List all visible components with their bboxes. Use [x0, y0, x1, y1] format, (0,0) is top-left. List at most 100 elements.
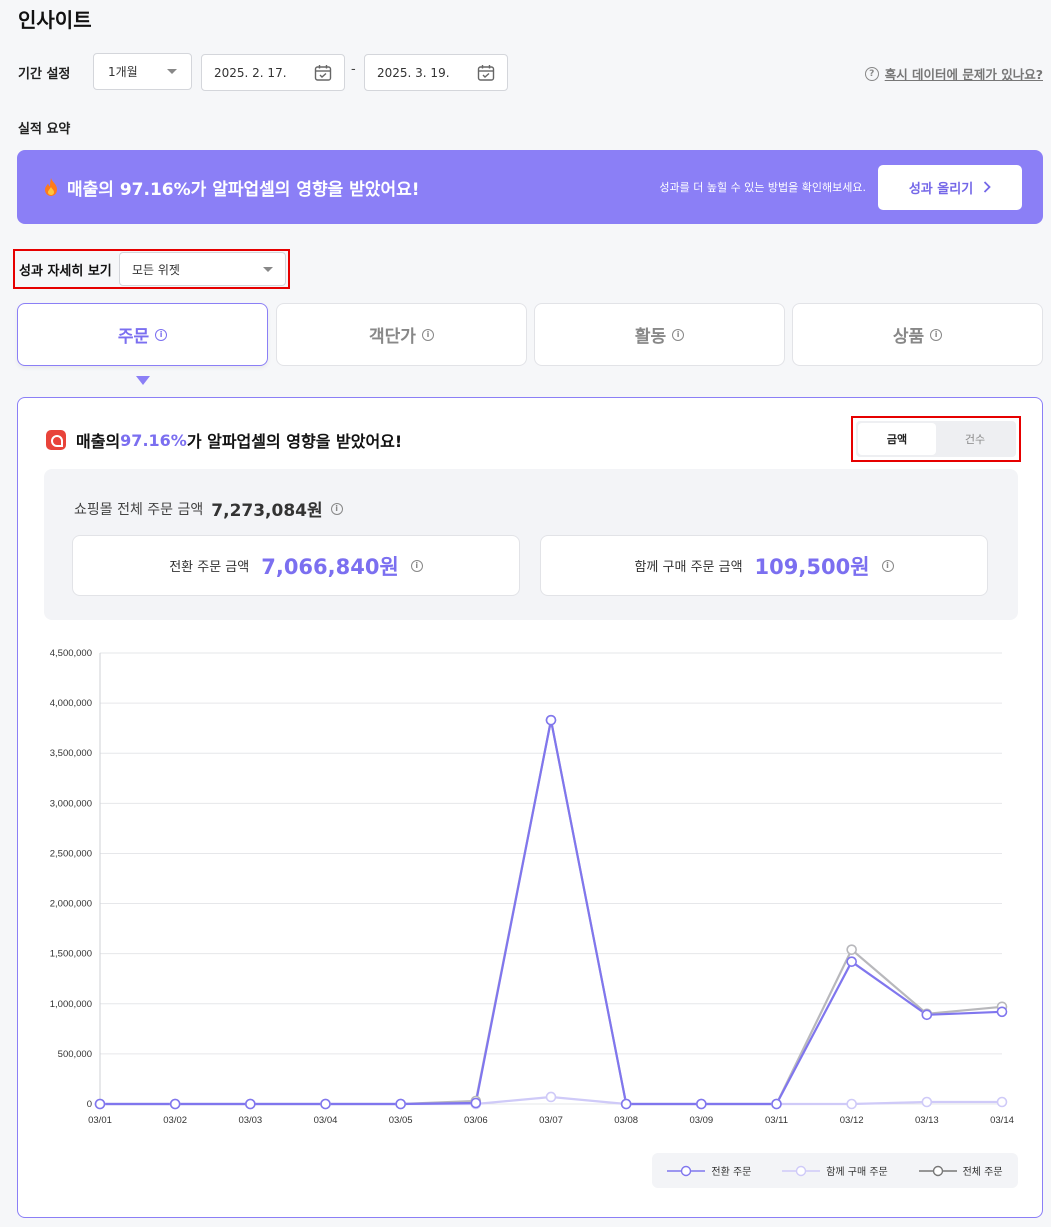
info-icon[interactable]: i [881, 559, 894, 572]
widget-select[interactable]: 모든 위젯 [119, 252, 286, 286]
data-point[interactable] [846, 1098, 857, 1110]
toggle-count[interactable]: 건수 [936, 423, 1014, 455]
x-tick-label: 03/08 [614, 1115, 638, 1126]
data-point[interactable] [545, 714, 557, 726]
widget-select-value: 모든 위젯 [132, 262, 180, 277]
y-tick-label: 1,000,000 [50, 999, 92, 1010]
data-point[interactable] [846, 956, 857, 967]
detail-view-label: 성과 자세히 보기 [19, 263, 112, 279]
total-order-amount: 쇼핑몰 전체 주문 금액 7,273,084원 i [74, 496, 343, 521]
tab-label: 상품 [892, 327, 925, 347]
legend-label: 함께 구매 주문 [826, 1167, 888, 1178]
toggle-amount[interactable]: 금액 [858, 423, 936, 455]
orders-line-chart: 0 500,000 1,000,000 1,500,000 2,000,000 2,500… [50, 648, 1014, 1126]
metric-toggle: 금액 건수 [851, 416, 1021, 462]
x-tick-label: 03/06 [464, 1115, 488, 1126]
x-tick-label: 03/07 [539, 1115, 563, 1126]
end-date-value: 2025. 3. 19. [377, 65, 450, 80]
legend-item-conversion[interactable]: 전환 주문 [667, 1163, 751, 1178]
panel-title-highlight: 97.16% [120, 430, 187, 450]
tab-label: 활동 [634, 327, 667, 347]
stats-box: 쇼핑몰 전체 주문 금액 7,273,084원 i 전환 주문 금액 7,066… [44, 469, 1018, 620]
info-icon[interactable]: i [421, 328, 434, 341]
data-point[interactable] [996, 1096, 1008, 1108]
date-range-dash: - [351, 62, 356, 77]
y-tick-label: 0 [87, 1099, 92, 1110]
data-point[interactable] [921, 1096, 933, 1108]
info-icon[interactable]: i [930, 328, 943, 341]
data-point[interactable] [996, 1006, 1008, 1018]
y-tick-label: 4,000,000 [50, 698, 92, 709]
series-line [100, 719, 1003, 1106]
period-select-value: 1개월 [108, 65, 138, 79]
data-point[interactable] [846, 944, 857, 955]
boost-performance-button[interactable]: 성과 올리기 [878, 164, 1022, 210]
data-point[interactable] [169, 1098, 181, 1110]
x-tick-label: 03/01 [88, 1115, 112, 1126]
y-tick-label: 4,500,000 [50, 648, 92, 659]
data-point[interactable] [245, 1098, 256, 1110]
data-point[interactable] [771, 1098, 782, 1110]
data-point[interactable] [620, 1098, 632, 1110]
x-tick-label: 03/02 [163, 1115, 187, 1126]
info-icon[interactable]: i [155, 328, 168, 341]
orders-panel: 매출의 97.16% 가 알파업셀의 영향을 받았어요! 금액 건수 쇼핑몰 전체… [17, 397, 1043, 1218]
legend-marker-icon [782, 1165, 821, 1176]
banner-subtitle: 성과를 더 높힐 수 있는 방법을 확인해보세요. [659, 181, 866, 194]
data-point[interactable] [470, 1097, 482, 1109]
legend-marker-icon [918, 1165, 957, 1176]
panel-title-prefix: 매출의 [76, 432, 121, 451]
chevron-down-icon [167, 69, 177, 74]
conversion-order-value: 7,066,840원 [261, 554, 399, 579]
info-icon[interactable]: i [410, 559, 423, 572]
info-icon[interactable]: i [672, 328, 685, 341]
period-select[interactable]: 1개월 [93, 53, 192, 90]
y-tick-label: 2,000,000 [50, 899, 92, 910]
panel-title-suffix: 가 알파업셀의 영향을 받았어요! [186, 432, 403, 451]
total-order-value: 7,273,084원 [211, 501, 323, 521]
cross-sell-order-card: 함께 구매 주문 금액 109,500원 i [540, 535, 988, 596]
data-point[interactable] [921, 1009, 933, 1021]
legend-label: 전체 주문 [962, 1167, 1003, 1178]
x-tick-label: 03/13 [915, 1115, 939, 1126]
tab-orders[interactable]: 주문 i [17, 303, 268, 366]
active-tab-pointer [136, 376, 150, 385]
start-date-value: 2025. 2. 17. [214, 65, 287, 80]
calendar-icon[interactable] [314, 64, 332, 82]
panel-title: 매출의 97.16% 가 알파업셀의 영향을 받았어요! [46, 428, 402, 452]
y-tick-label: 1,500,000 [50, 949, 92, 960]
chart-legend: 전환 주문 함께 구매 주문 전체 주문 [652, 1153, 1018, 1188]
cross-sell-order-label: 함께 구매 주문 금액 [634, 560, 743, 575]
question-icon: ? [864, 66, 879, 81]
data-point[interactable] [320, 1098, 331, 1110]
total-order-label: 쇼핑몰 전체 주문 금액 [74, 501, 204, 518]
legend-marker-icon [667, 1165, 706, 1176]
tab-activity[interactable]: 활동 i [534, 303, 785, 366]
legend-item-total[interactable]: 전체 주문 [918, 1163, 1003, 1178]
summary-label: 실적 요약 [18, 122, 71, 137]
chevron-right-icon [984, 181, 991, 193]
x-tick-label: 03/12 [840, 1115, 864, 1126]
start-date-input[interactable]: 2025. 2. 17. [201, 54, 345, 91]
y-tick-label: 2,500,000 [50, 848, 92, 859]
chevron-down-icon [263, 266, 273, 272]
tab-products[interactable]: 상품 i [792, 303, 1043, 366]
flame-icon [45, 178, 57, 196]
x-tick-label: 03/03 [238, 1115, 262, 1126]
detail-view-control: 성과 자세히 보기 모든 위젯 [13, 249, 290, 289]
data-point[interactable] [696, 1098, 707, 1110]
x-tick-label: 03/04 [314, 1115, 338, 1126]
tab-average-order-value[interactable]: 객단가 i [276, 303, 527, 366]
legend-label: 전환 주문 [711, 1167, 752, 1178]
banner-title: 매출의 97.16%가 알파업셀의 영향을 받았어요! [67, 179, 420, 200]
legend-item-cross-sell[interactable]: 함께 구매 주문 [782, 1163, 888, 1178]
end-date-input[interactable]: 2025. 3. 19. [364, 54, 508, 91]
help-link[interactable]: ? 혹시 데이터에 문제가 있나요? [864, 64, 1043, 83]
data-point[interactable] [545, 1091, 557, 1103]
calendar-icon[interactable] [477, 64, 495, 82]
info-icon[interactable]: i [330, 502, 343, 515]
summary-banner: 매출의 97.16%가 알파업셀의 영향을 받았어요! 성과를 더 높힐 수 있… [17, 150, 1043, 224]
x-tick-label: 03/09 [689, 1115, 713, 1126]
data-point[interactable] [395, 1098, 406, 1110]
data-point[interactable] [94, 1098, 106, 1110]
